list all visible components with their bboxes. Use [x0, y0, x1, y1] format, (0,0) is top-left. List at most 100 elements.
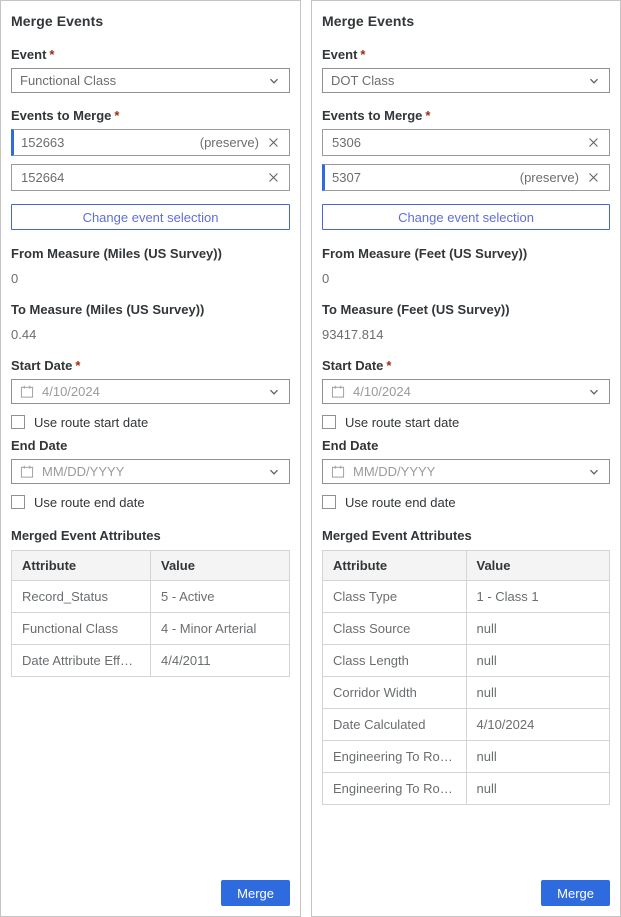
chevron-down-icon: [267, 465, 281, 479]
attribute-cell: Engineering To RouteID: [323, 741, 467, 773]
table-row: Engineering To Route ... null: [323, 773, 610, 805]
table-row: Class Source null: [323, 613, 610, 645]
merge-button[interactable]: Merge: [221, 880, 290, 906]
chevron-down-icon: [587, 465, 601, 479]
merged-event-attributes-label: Merged Event Attributes: [322, 528, 610, 543]
merge-button[interactable]: Merge: [541, 880, 610, 906]
change-event-selection-button[interactable]: Change event selection: [11, 204, 290, 230]
attribute-cell: Date Calculated: [323, 709, 467, 741]
use-route-start-date-checkbox[interactable]: [11, 415, 25, 429]
attribute-cell: Date Attribute Effective: [12, 645, 151, 677]
use-route-end-date-checkbox[interactable]: [11, 495, 25, 509]
attribute-cell: Functional Class: [12, 613, 151, 645]
merge-events-panel-functional-class: Merge Events Event* Functional Class Eve…: [0, 0, 301, 917]
value-cell: 4/4/2011: [151, 645, 290, 677]
calendar-icon: [331, 385, 345, 399]
event-to-merge-row[interactable]: 152663 (preserve): [11, 129, 290, 156]
close-icon[interactable]: [586, 136, 600, 150]
event-select-value: DOT Class: [331, 73, 587, 88]
merge-events-workspace: Merge Events Event* Functional Class Eve…: [0, 0, 621, 917]
table-row: Engineering To RouteID null: [323, 741, 610, 773]
events-to-merge-label: Events to Merge*: [11, 108, 290, 123]
table-row: Date Attribute Effective 4/4/2011: [12, 645, 290, 677]
from-measure-label: From Measure (Feet (US Survey)): [322, 246, 610, 261]
merged-event-attributes-label: Merged Event Attributes: [11, 528, 290, 543]
event-select-value: Functional Class: [20, 73, 267, 88]
attribute-cell: Corridor Width: [323, 677, 467, 709]
event-id: 5306: [332, 135, 579, 150]
chevron-down-icon: [267, 385, 281, 399]
chevron-down-icon: [267, 74, 281, 88]
event-id: 5307: [332, 170, 520, 185]
to-measure-value: 0.44: [11, 327, 290, 342]
attribute-cell: Record_Status: [12, 581, 151, 613]
value-cell: null: [466, 645, 610, 677]
value-column-header: Value: [466, 551, 610, 581]
end-date-input[interactable]: MM/DD/YYYY: [322, 459, 610, 484]
required-asterisk: *: [386, 358, 391, 373]
preserve-tag: (preserve): [520, 170, 579, 185]
attribute-cell: Class Length: [323, 645, 467, 677]
event-id: 152663: [21, 135, 200, 150]
required-asterisk: *: [114, 108, 119, 123]
preserve-tag: (preserve): [200, 135, 259, 150]
event-to-merge-row[interactable]: 152664: [11, 164, 290, 191]
event-label: Event*: [11, 47, 290, 62]
use-route-start-date-label: Use route start date: [34, 415, 148, 430]
value-cell: 5 - Active: [151, 581, 290, 613]
from-measure-value: 0: [322, 271, 610, 286]
required-asterisk: *: [360, 47, 365, 62]
attribute-cell: Class Source: [323, 613, 467, 645]
chevron-down-icon: [587, 385, 601, 399]
event-to-merge-row[interactable]: 5307 (preserve): [322, 164, 610, 191]
panel-footer: Merge: [11, 872, 290, 906]
start-date-input[interactable]: 4/10/2024: [322, 379, 610, 404]
use-route-start-date-row: Use route start date: [11, 413, 290, 431]
end-date-input[interactable]: MM/DD/YYYY: [11, 459, 290, 484]
end-date-placeholder: MM/DD/YYYY: [42, 464, 259, 479]
start-date-value: 4/10/2024: [42, 384, 259, 399]
table-row: Functional Class 4 - Minor Arterial: [12, 613, 290, 645]
use-route-start-date-row: Use route start date: [322, 413, 610, 431]
event-id: 152664: [21, 170, 259, 185]
end-date-placeholder: MM/DD/YYYY: [353, 464, 579, 479]
event-select[interactable]: DOT Class: [322, 68, 610, 93]
to-measure-value: 93417.814: [322, 327, 610, 342]
use-route-start-date-label: Use route start date: [345, 415, 459, 430]
use-route-end-date-label: Use route end date: [345, 495, 456, 510]
change-event-selection-button[interactable]: Change event selection: [322, 204, 610, 230]
attribute-column-header: Attribute: [12, 551, 151, 581]
start-date-input[interactable]: 4/10/2024: [11, 379, 290, 404]
close-icon[interactable]: [266, 171, 280, 185]
close-icon[interactable]: [266, 136, 280, 150]
close-icon[interactable]: [586, 171, 600, 185]
required-asterisk: *: [425, 108, 430, 123]
value-cell: null: [466, 741, 610, 773]
value-cell: null: [466, 677, 610, 709]
use-route-end-date-label: Use route end date: [34, 495, 145, 510]
attribute-cell: Engineering To Route ...: [323, 773, 467, 805]
required-asterisk: *: [49, 47, 54, 62]
end-date-label: End Date: [322, 438, 610, 453]
event-select[interactable]: Functional Class: [11, 68, 290, 93]
table-row: Class Length null: [323, 645, 610, 677]
calendar-icon: [20, 385, 34, 399]
panel-title: Merge Events: [322, 13, 610, 29]
merged-attributes-table: Attribute Value Class Type 1 - Class 1 C…: [322, 550, 610, 805]
table-row: Corridor Width null: [323, 677, 610, 709]
events-to-merge-label: Events to Merge*: [322, 108, 610, 123]
to-measure-label: To Measure (Miles (US Survey)): [11, 302, 290, 317]
to-measure-label: To Measure (Feet (US Survey)): [322, 302, 610, 317]
table-header-row: Attribute Value: [12, 551, 290, 581]
calendar-icon: [20, 465, 34, 479]
event-to-merge-row[interactable]: 5306: [322, 129, 610, 156]
table-row: Class Type 1 - Class 1: [323, 581, 610, 613]
calendar-icon: [331, 465, 345, 479]
table-row: Record_Status 5 - Active: [12, 581, 290, 613]
table-header-row: Attribute Value: [323, 551, 610, 581]
start-date-label: Start Date*: [322, 358, 610, 373]
event-label: Event*: [322, 47, 610, 62]
use-route-start-date-checkbox[interactable]: [322, 415, 336, 429]
use-route-end-date-checkbox[interactable]: [322, 495, 336, 509]
value-cell: 4 - Minor Arterial: [151, 613, 290, 645]
